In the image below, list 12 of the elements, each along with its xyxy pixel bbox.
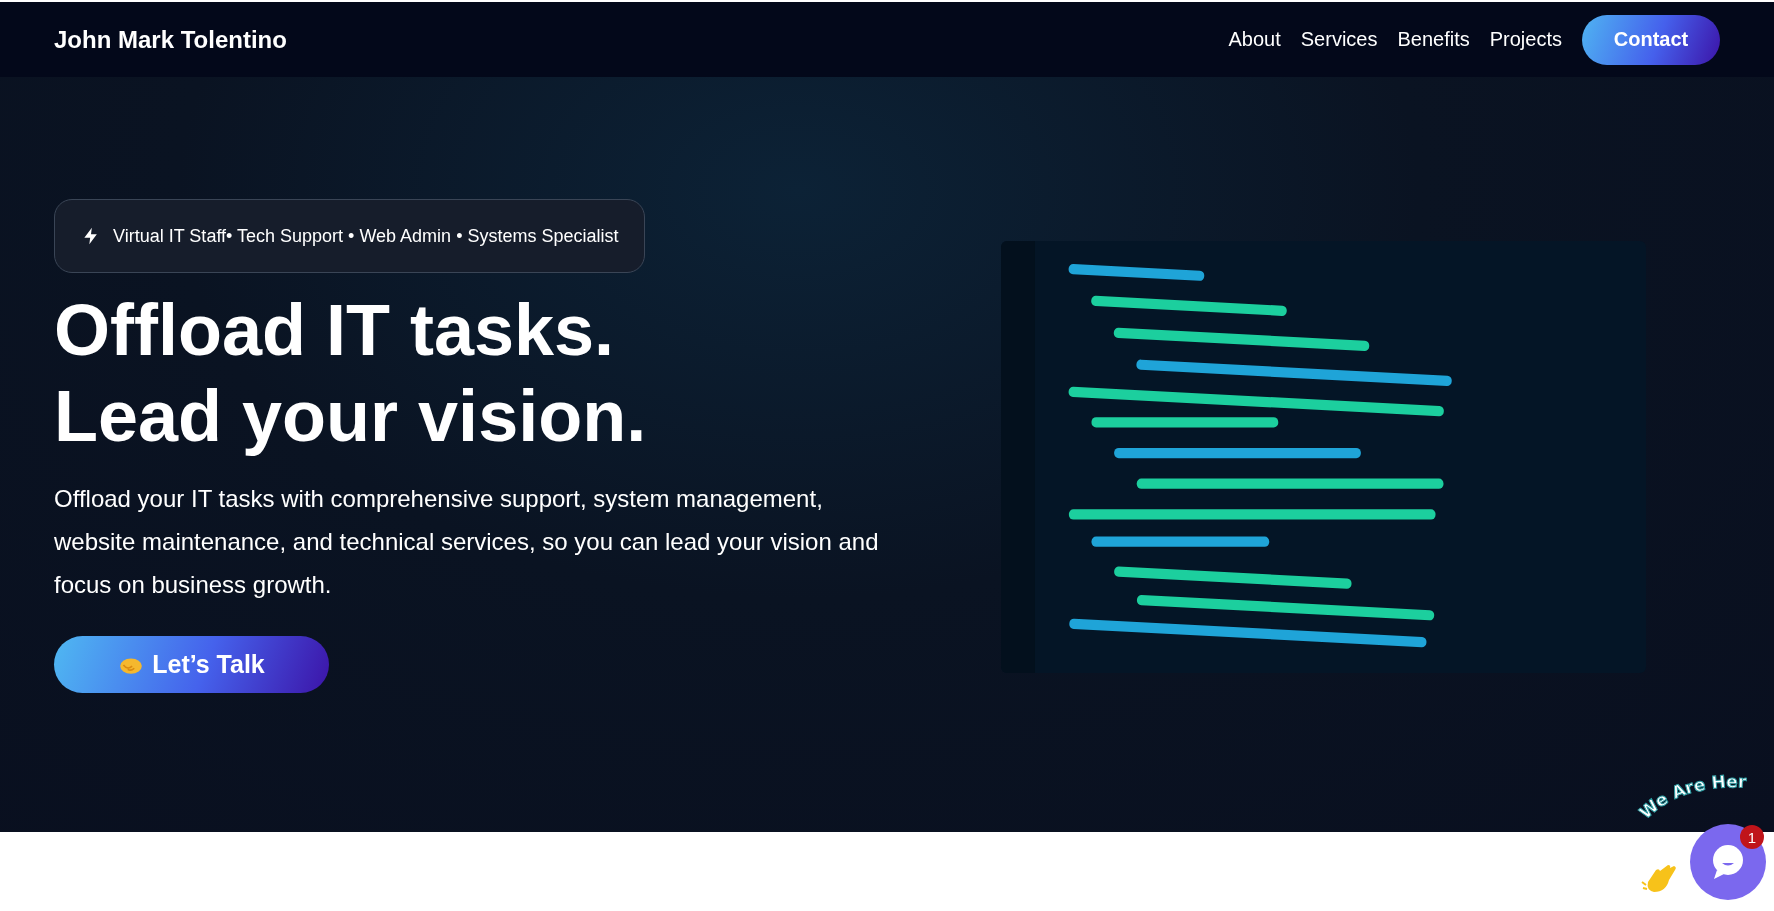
hero-description: Offload your IT tasks with comprehensive support, system management, website maintenance, and technical services, so you can lead your vision and focus on business growth.	[54, 484, 880, 600]
we-are-here-caption: We Are Her	[1628, 770, 1772, 824]
hero-heading: Offload IT tasks.	[54, 289, 616, 372]
contact-button[interactable]: Contact	[1582, 14, 1720, 65]
nav-link[interactable]: Benefits	[1397, 28, 1470, 51]
nav-link[interactable]: Projects	[1489, 28, 1562, 51]
nav-link[interactable]: Services	[1300, 28, 1378, 51]
hero-heading: Lead your vision.	[54, 375, 648, 458]
nav-link[interactable]: About	[1228, 28, 1281, 51]
brand-name[interactable]: John Mark Tolentino	[54, 25, 287, 54]
lets-talk-button[interactable]: Let’s Talk	[54, 636, 329, 693]
tagline-text: Virtual IT Staff• Tech Support • Web Admin • Systems Specialist	[113, 225, 619, 247]
